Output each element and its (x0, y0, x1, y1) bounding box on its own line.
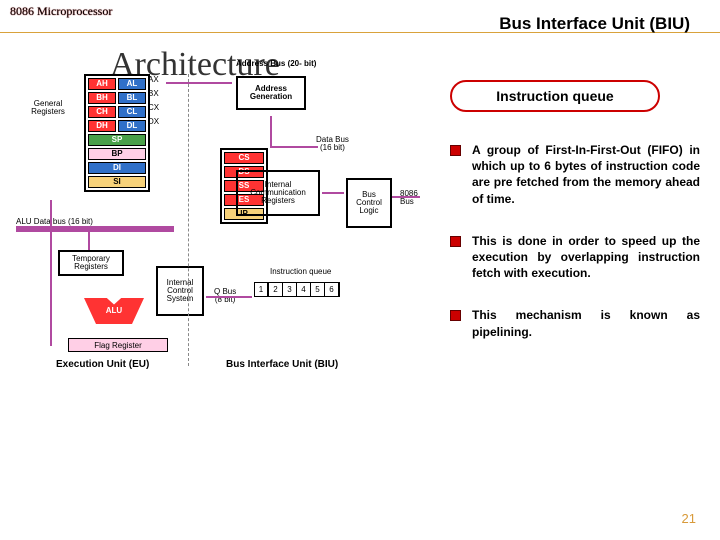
bullet-list: A group of First-In-First-Out (FIFO) in … (450, 142, 700, 340)
bcl-box: Bus Control Logic (346, 178, 392, 228)
alu: ALU (84, 298, 144, 324)
corner-title: 8086 Microprocessor (10, 4, 112, 19)
data-bus-label: Data Bus (16 bit) (316, 136, 349, 152)
right-column: Instruction queue A group of First-In-Fi… (450, 80, 700, 366)
instruction-queue: 1 2 3 4 5 6 (254, 282, 340, 297)
eu-label: Execution Unit (EU) (56, 360, 149, 370)
flag-register: Flag Register (68, 338, 168, 352)
alu-bus-wire (16, 226, 174, 232)
temp-registers-box: Temporary Registers (58, 250, 124, 276)
reg-dx: DX (148, 118, 159, 126)
reg-cx: CX (148, 104, 159, 112)
slide-number: 21 (682, 511, 696, 526)
icr-box: Internal Communication Registers (236, 170, 320, 216)
reg-bx: BX (148, 90, 159, 98)
ics-box: Internal Control System (156, 266, 204, 316)
general-registers: AHAL BHBL CHCL DHDL SP BP DI SI (84, 74, 150, 192)
list-item: A group of First-In-First-Out (FIFO) in … (450, 142, 700, 207)
list-item: This is done in order to speed up the ex… (450, 233, 700, 282)
address-generation-box: Address Generation (236, 76, 306, 110)
eu-biu-divider (188, 74, 189, 366)
list-item: This mechanism is known as pipelining. (450, 307, 700, 339)
reg-ax: AX (148, 76, 159, 84)
bus-side-label: 8086 Bus (400, 190, 418, 206)
instruction-queue-badge: Instruction queue (450, 80, 660, 112)
biu-label: Bus Interface Unit (BIU) (226, 360, 338, 370)
queue-label: Instruction queue (270, 268, 331, 276)
architecture-diagram: Address Bus (20- bit) Address Generation… (6, 60, 436, 370)
alu-bus-label: ALU Data bus (16 bit) (16, 218, 93, 226)
page-title: Bus Interface Unit (BIU) (499, 14, 690, 34)
general-registers-label: General Registers (20, 100, 76, 116)
address-bus-label: Address Bus (20- bit) (236, 60, 316, 68)
